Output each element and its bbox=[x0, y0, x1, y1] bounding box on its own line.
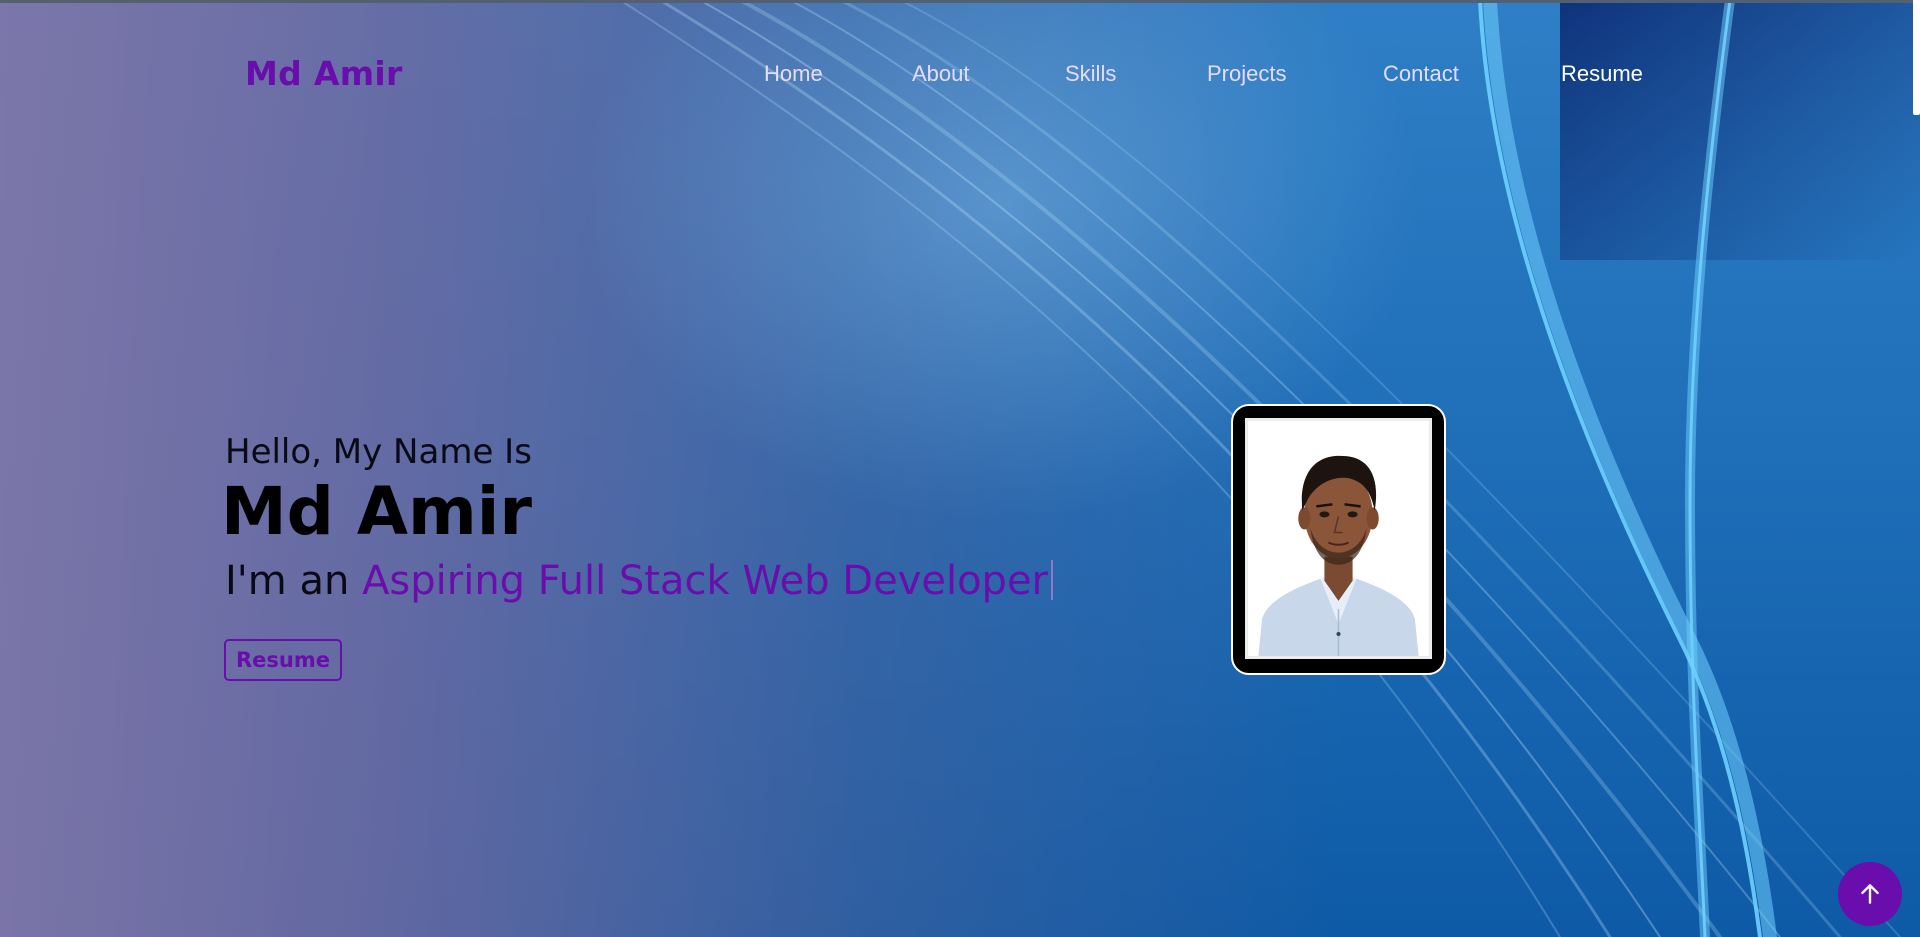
profile-photo bbox=[1245, 418, 1432, 659]
nav-link-home[interactable]: Home bbox=[764, 61, 823, 87]
hero-greeting: Hello, My Name Is bbox=[225, 432, 532, 472]
nav-link-projects[interactable]: Projects bbox=[1207, 61, 1286, 87]
arrow-up-icon bbox=[1861, 884, 1879, 904]
nav-link-resume[interactable]: Resume bbox=[1561, 61, 1643, 87]
nav-link-skills[interactable]: Skills bbox=[1065, 61, 1116, 87]
hero-name: Md Amir bbox=[221, 473, 532, 550]
nav-link-contact[interactable]: Contact bbox=[1383, 61, 1459, 87]
person-portrait-icon bbox=[1248, 421, 1429, 656]
nav-link-about[interactable]: About bbox=[912, 61, 970, 87]
hero-role: I'm an Aspiring Full Stack Web Developer bbox=[225, 558, 1053, 604]
role-prefix: I'm an bbox=[225, 558, 363, 604]
profile-photo-frame bbox=[1231, 404, 1446, 675]
navbar: Md Amir Home About Skills Projects Conta… bbox=[0, 0, 1920, 155]
role-typed-text: Aspiring Full Stack Web Developer bbox=[362, 558, 1048, 604]
typing-caret bbox=[1051, 560, 1053, 600]
brand-logo[interactable]: Md Amir bbox=[245, 54, 403, 93]
portfolio-page: Md Amir Home About Skills Projects Conta… bbox=[0, 0, 1920, 937]
scroll-to-top-button[interactable] bbox=[1838, 862, 1902, 926]
resume-button[interactable]: Resume bbox=[224, 639, 342, 681]
